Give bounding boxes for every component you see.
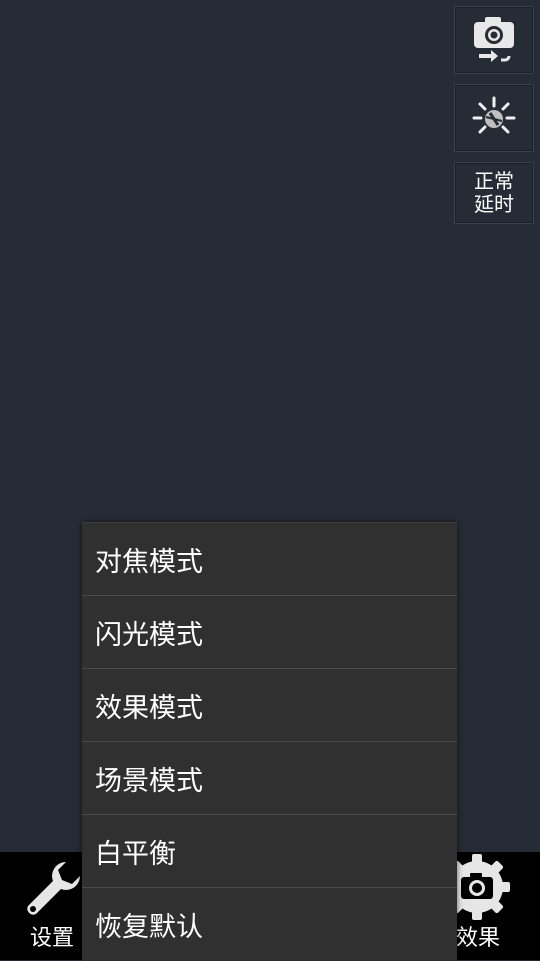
flash-mode-button[interactable] bbox=[454, 84, 534, 152]
wrench-icon bbox=[27, 862, 80, 915]
settings-menu: 对焦模式 闪光模式 效果模式 场景模式 白平衡 恢复默认 bbox=[82, 522, 457, 961]
menu-item-restore-defaults[interactable]: 恢复默认 bbox=[82, 888, 457, 961]
switch-camera-button[interactable] bbox=[454, 6, 534, 74]
camera-switch-icon bbox=[474, 17, 514, 62]
effects-label: 效果 bbox=[456, 926, 501, 951]
menu-item-effect-mode[interactable]: 效果模式 bbox=[82, 669, 457, 742]
flash-auto-icon bbox=[472, 96, 516, 134]
settings-label: 设置 bbox=[30, 926, 75, 951]
menu-item-focus-mode[interactable]: 对焦模式 bbox=[82, 523, 457, 596]
timer-mode-button[interactable]: 正常 延时 bbox=[454, 162, 534, 224]
timer-label-line1: 正常 bbox=[474, 169, 514, 193]
menu-item-scene-mode[interactable]: 场景模式 bbox=[82, 742, 457, 815]
menu-item-flash-mode[interactable]: 闪光模式 bbox=[82, 596, 457, 669]
timer-label-line2: 延时 bbox=[474, 192, 514, 216]
menu-item-white-balance[interactable]: 白平衡 bbox=[82, 815, 457, 888]
